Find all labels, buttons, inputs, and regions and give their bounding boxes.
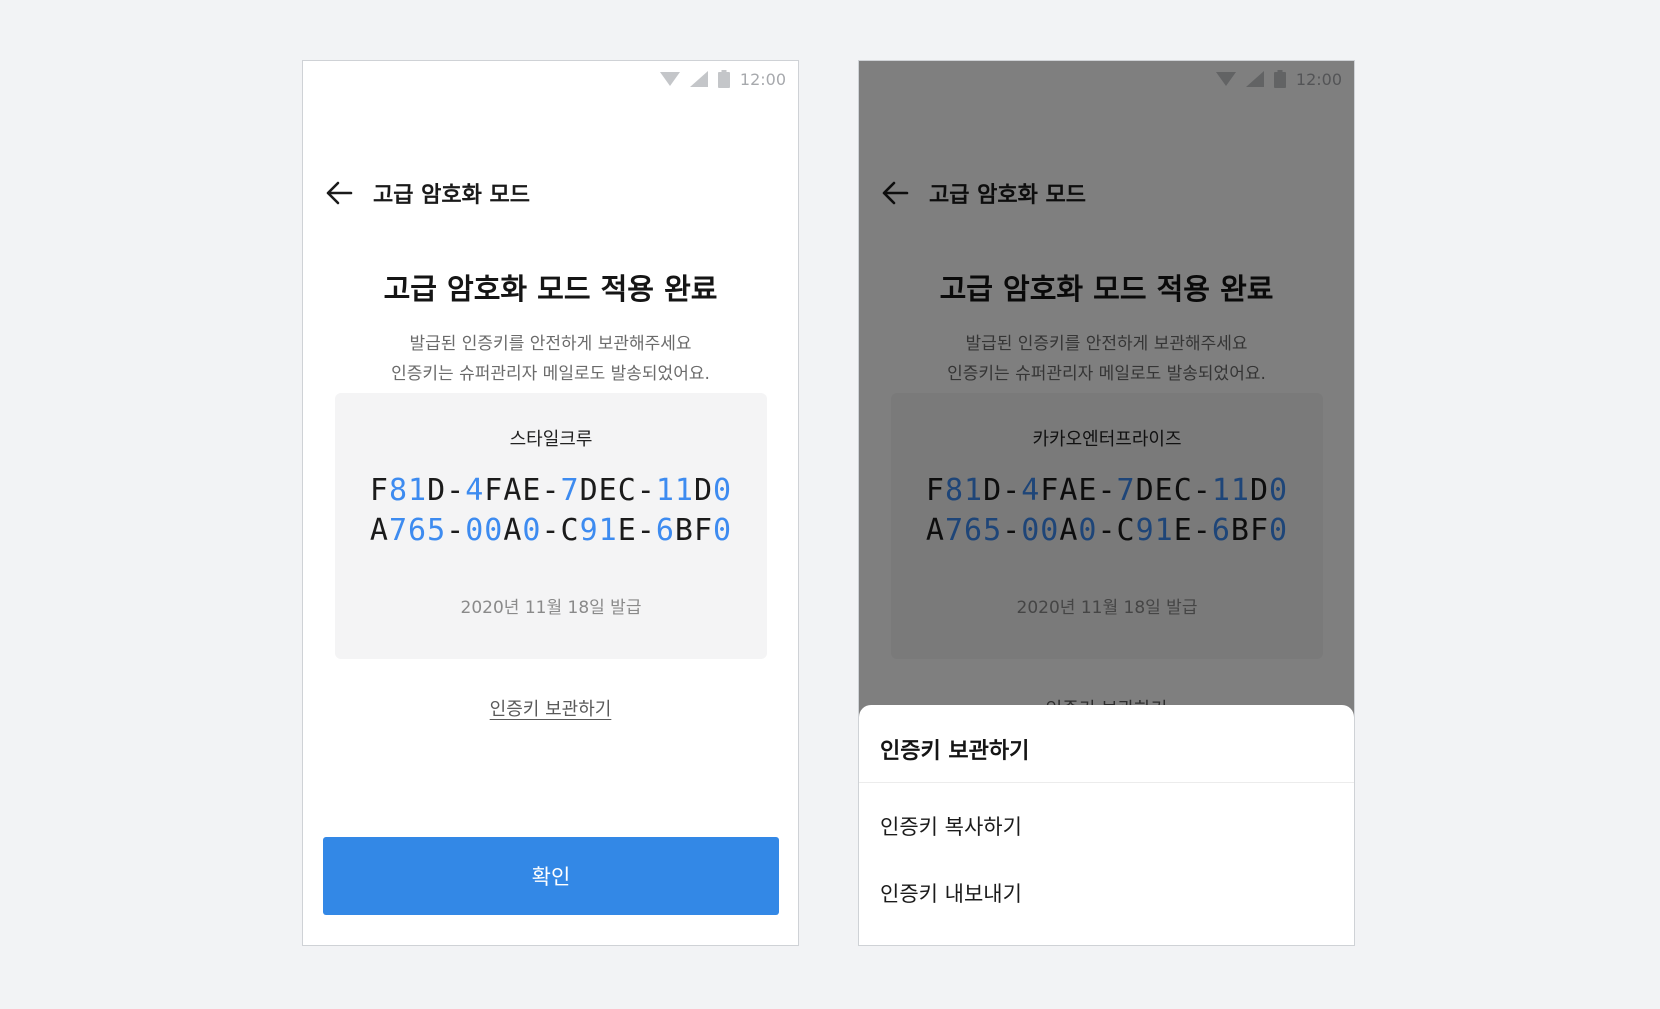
app-bar: 고급 암호화 모드 bbox=[325, 169, 530, 217]
organization-name: 스타일크루 bbox=[509, 429, 593, 450]
battery-icon bbox=[717, 70, 730, 88]
copy-key-option[interactable]: 인증키 복사하기 bbox=[880, 811, 1022, 841]
app-bar-title: 고급 암호화 모드 bbox=[373, 183, 530, 208]
auth-key-card: 스타일크루 F81D-4FAE-7DEC-11D0 A765-00A0-C91E… bbox=[335, 393, 767, 659]
page-description: 발급된 인증키를 안전하게 보관해주세요 인증키는 슈퍼관리자 메일로도 발송되… bbox=[303, 329, 798, 389]
save-key-link[interactable]: 인증키 보관하기 bbox=[303, 695, 798, 721]
status-bar: 12:00 bbox=[303, 61, 798, 97]
auth-key-line-2: A765-00A0-C91E-6BF0 bbox=[369, 513, 733, 548]
save-key-bottom-sheet: 인증키 보관하기 인증키 복사하기 인증키 내보내기 bbox=[859, 705, 1354, 945]
phone-screen-issued: 12:00 고급 암호화 모드 고급 암호화 모드 적용 완료 발급된 인증키를… bbox=[302, 60, 799, 946]
export-key-option[interactable]: 인증키 내보내기 bbox=[880, 878, 1022, 908]
bottom-sheet-title: 인증키 보관하기 bbox=[880, 739, 1030, 764]
confirm-button[interactable]: 확인 bbox=[323, 837, 779, 915]
status-time: 12:00 bbox=[739, 69, 786, 89]
phone-screen-save-sheet: 12:00 고급 암호화 모드 고급 암호화 모드 적용 완료 발급된 인증키를… bbox=[858, 60, 1355, 946]
bottom-sheet-divider bbox=[859, 782, 1354, 783]
wifi-icon bbox=[659, 71, 680, 87]
description-line-2: 인증키는 슈퍼관리자 메일로도 발송되었어요. bbox=[391, 364, 710, 384]
page-title: 고급 암호화 모드 적용 완료 bbox=[383, 272, 718, 306]
arrow-left-icon[interactable] bbox=[325, 179, 353, 207]
description-line-1: 발급된 인증키를 안전하게 보관해주세요 bbox=[409, 334, 692, 354]
auth-key-line-1: F81D-4FAE-7DEC-11D0 bbox=[369, 473, 733, 508]
signal-icon bbox=[689, 71, 708, 87]
issue-date: 2020년 11월 18일 발급 bbox=[460, 598, 642, 618]
